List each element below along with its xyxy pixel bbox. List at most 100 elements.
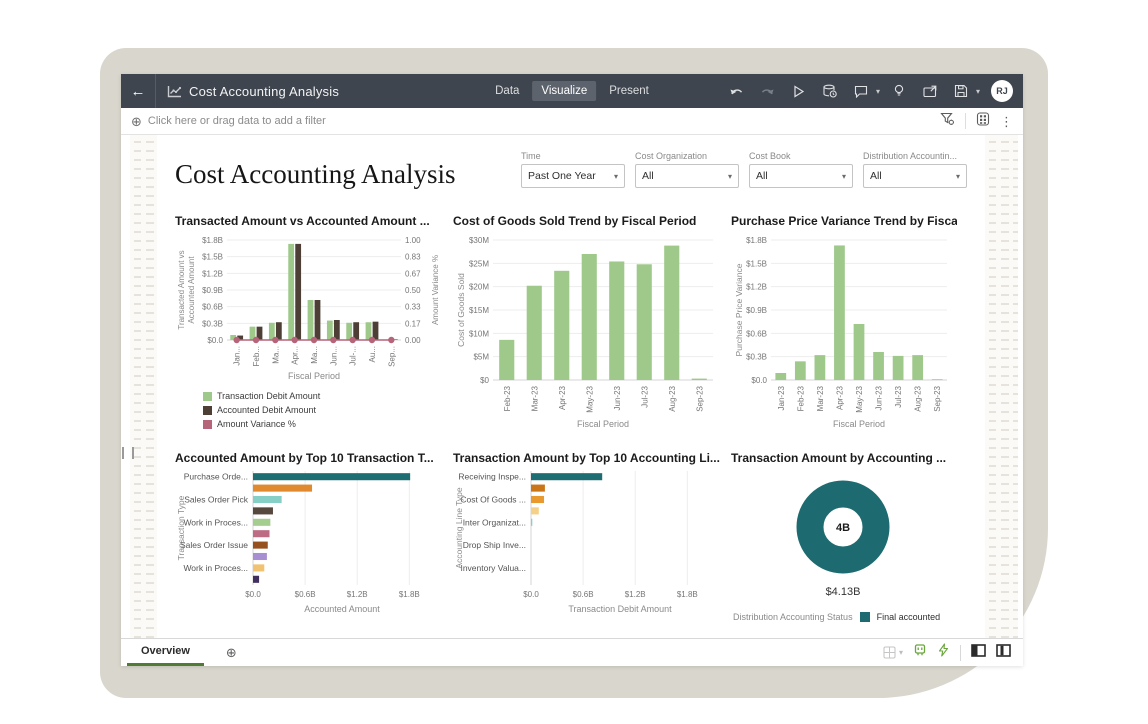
legend-swatch <box>860 612 870 622</box>
svg-text:$1.8B: $1.8B <box>399 590 420 599</box>
svg-text:1.00: 1.00 <box>405 236 421 245</box>
svg-text:Jul-23: Jul-23 <box>894 385 903 407</box>
save-caret-icon[interactable]: ▾ <box>976 87 980 96</box>
kebab-menu-icon[interactable]: ⋮ <box>1000 115 1013 128</box>
run-icon[interactable] <box>787 79 811 103</box>
workbook-title: Cost Accounting Analysis <box>189 84 339 99</box>
chart-plot[interactable]: $0$5M$10M$15M$20M$25M$30MFeb-23Mar-23Apr… <box>453 232 725 435</box>
canvas-wallpaper-right <box>985 135 1018 638</box>
chart-plot[interactable]: $0.00.00$0.3B0.17$0.6B0.33$0.9B0.50$1.2B… <box>175 232 447 387</box>
chart-plot[interactable]: 4B $4.13B <box>731 469 957 606</box>
chart-plot[interactable]: $0.0$0.6B$1.2B$1.8BReceiving Inspe...Cos… <box>453 469 725 620</box>
svg-text:Feb...: Feb... <box>252 346 261 366</box>
add-filter-text: Click here or drag data to add a filter <box>148 115 326 127</box>
refresh-data-icon[interactable] <box>818 79 842 103</box>
data-chip-icon[interactable] <box>913 643 927 662</box>
back-button[interactable]: ← <box>121 74 155 108</box>
svg-text:Jun-23: Jun-23 <box>613 385 622 410</box>
legend-item-label: Final accounted <box>877 612 941 622</box>
chart-title: Transacted Amount vs Accounted Amount ..… <box>175 214 447 228</box>
svg-text:$25M: $25M <box>469 259 489 268</box>
canvas-grid-icon: ▾ <box>883 646 903 659</box>
svg-text:$20M: $20M <box>469 283 489 292</box>
filter-cost-book-select[interactable]: All ▾ <box>749 164 853 188</box>
canvas-properties-icon[interactable] <box>976 112 990 131</box>
chart-transaction-by-accounting-line[interactable]: Transaction Amount by Top 10 Accounting … <box>453 451 725 622</box>
filter-bar-divider <box>965 113 966 129</box>
mode-tabs: Data Visualize Present <box>486 81 658 101</box>
save-icon[interactable] <box>949 79 973 103</box>
notes-caret-icon[interactable]: ▾ <box>876 87 880 96</box>
chart-transaction-by-accounting-status[interactable]: Transaction Amount by Accounting ... 4B $… <box>731 451 957 622</box>
dashboard-filters: Time Past One Year ▾ Cost Organization A… <box>521 151 967 188</box>
svg-text:$0.6B: $0.6B <box>573 590 594 599</box>
svg-text:Work in Proces...: Work in Proces... <box>183 517 248 527</box>
svg-text:Apr-23: Apr-23 <box>835 385 844 410</box>
svg-text:Receiving Inspe...: Receiving Inspe... <box>458 472 526 482</box>
redo-icon <box>756 79 780 103</box>
add-canvas-icon[interactable]: ⊕ <box>226 645 237 661</box>
svg-text:$30M: $30M <box>469 236 489 245</box>
svg-text:$10M: $10M <box>469 329 489 338</box>
tab-visualize[interactable]: Visualize <box>532 81 596 101</box>
svg-text:$1.8B: $1.8B <box>202 236 223 245</box>
filter-cost-organization-select[interactable]: All ▾ <box>635 164 739 188</box>
present-window-icon[interactable] <box>918 79 942 103</box>
svg-text:$4.13B: $4.13B <box>826 586 861 598</box>
svg-text:Transaction Type: Transaction Type <box>176 495 186 560</box>
svg-text:Au...: Au... <box>368 346 377 362</box>
filter-label: Time <box>521 151 625 161</box>
filter-distribution-accounting-select[interactable]: All ▾ <box>863 164 967 188</box>
legend-item[interactable]: Accounted Debit Amount <box>203 405 316 415</box>
legend-item[interactable]: Amount Variance % <box>203 419 447 429</box>
svg-text:Purchase Orde...: Purchase Orde... <box>184 472 248 482</box>
filter-time-select[interactable]: Past One Year ▾ <box>521 164 625 188</box>
avatar[interactable]: RJ <box>991 80 1013 102</box>
undo-icon[interactable] <box>725 79 749 103</box>
svg-text:Fiscal Period: Fiscal Period <box>577 419 629 429</box>
filter-value: All <box>756 170 768 182</box>
svg-text:$1.2B: $1.2B <box>347 590 368 599</box>
canvas-tab-overview[interactable]: Overview <box>127 639 204 666</box>
svg-text:Mar-23: Mar-23 <box>816 385 825 411</box>
add-filter-area[interactable]: ⊕ Click here or drag data to add a filte… <box>131 115 326 128</box>
canvas-resize-handle[interactable] <box>122 447 134 459</box>
svg-text:4B: 4B <box>836 522 850 534</box>
legend-item[interactable]: Transaction Debit Amount <box>203 391 320 401</box>
dashboard-canvas: Cost Accounting Analysis Time Past One Y… <box>157 135 985 638</box>
chart-accounted-by-transaction-type[interactable]: Accounted Amount by Top 10 Transaction T… <box>175 451 447 622</box>
svg-text:Work in Proces...: Work in Proces... <box>183 563 248 573</box>
filter-cost-book: Cost Book All ▾ <box>749 151 853 188</box>
chart-legend: Distribution Accounting StatusFinal acco… <box>733 612 957 622</box>
spark-icon[interactable] <box>937 643 950 662</box>
svg-text:0.33: 0.33 <box>405 303 421 312</box>
chevron-down-icon: ▾ <box>614 172 618 181</box>
svg-text:Ma...: Ma... <box>271 346 280 364</box>
filter-bar: ⊕ Click here or drag data to add a filte… <box>121 108 1023 135</box>
filter-settings-icon[interactable] <box>940 112 955 131</box>
chart-transacted-vs-accounted[interactable]: Transacted Amount vs Accounted Amount ..… <box>175 214 447 435</box>
filter-distribution-accounting: Distribution Accountin... All ▾ <box>863 151 967 188</box>
svg-text:$0.0: $0.0 <box>245 590 261 599</box>
notes-icon[interactable] <box>849 79 873 103</box>
panel-left-filled-icon[interactable] <box>971 644 986 662</box>
chart-plot[interactable]: $0.0$0.3B$0.6B$0.9B$1.2B$1.5B$1.8BJan-23… <box>731 232 957 435</box>
chart-ppv-trend[interactable]: Purchase Price Variance Trend by Fiscal.… <box>731 214 957 435</box>
chart-plot[interactable]: $0.0$0.6B$1.2B$1.8BPurchase Orde...Sales… <box>175 469 447 620</box>
tab-data[interactable]: Data <box>486 81 528 101</box>
chart-cogs-trend[interactable]: Cost of Goods Sold Trend by Fiscal Perio… <box>453 214 725 435</box>
svg-text:Transacted Amount vs: Transacted Amount vs <box>177 250 186 329</box>
tab-present[interactable]: Present <box>600 81 658 101</box>
svg-text:$1.5B: $1.5B <box>746 259 767 268</box>
insights-lightbulb-icon[interactable] <box>887 79 911 103</box>
panel-left-outline-icon[interactable] <box>996 644 1011 662</box>
add-filter-plus-icon: ⊕ <box>131 115 142 128</box>
svg-text:$1.8B: $1.8B <box>746 236 767 245</box>
filter-time: Time Past One Year ▾ <box>521 151 625 188</box>
chart-title: Transaction Amount by Accounting ... <box>731 451 957 465</box>
chart-title: Accounted Amount by Top 10 Transaction T… <box>175 451 447 465</box>
chevron-down-icon: ▾ <box>842 172 846 181</box>
svg-text:$0.0: $0.0 <box>751 376 767 385</box>
svg-text:Sep...: Sep... <box>387 346 396 367</box>
svg-text:0.83: 0.83 <box>405 253 421 262</box>
